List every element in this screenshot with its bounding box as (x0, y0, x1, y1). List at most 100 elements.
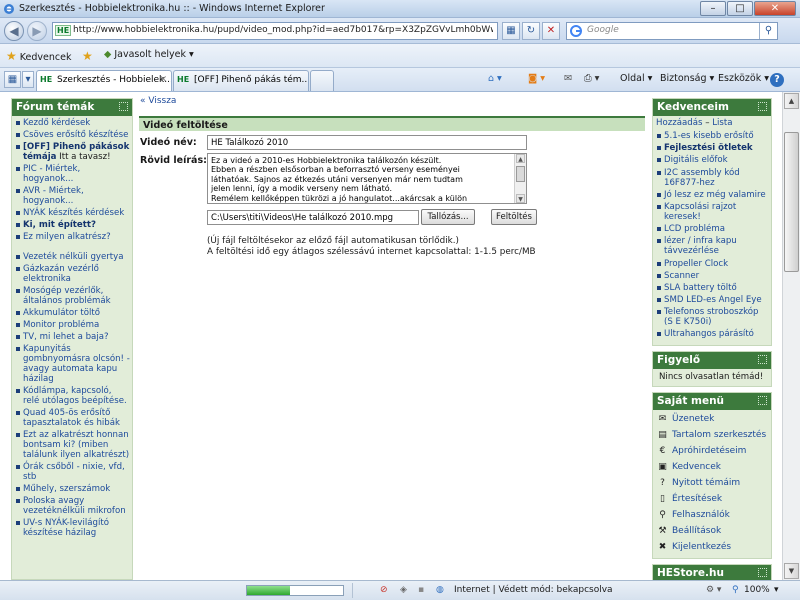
list-item-label[interactable]: UV-s NYÁK-levilágító készítése házilag (23, 518, 109, 538)
list-item[interactable]: Ultrahangos párásító (656, 329, 769, 339)
menu-item-notification[interactable]: ▯ Értesítések (656, 492, 768, 508)
compat-view-icon[interactable]: ▦ (502, 22, 520, 40)
list-item-label[interactable]: lézer / infra kapu távvezérlése (664, 236, 737, 256)
list-item-label[interactable]: Kapcsolási rajzot keresek! (664, 202, 736, 222)
list-item[interactable]: Scanner (656, 271, 769, 281)
list-item-label[interactable]: Ki, mit épített? (23, 220, 96, 230)
list-item[interactable]: LCD probléma (656, 224, 769, 234)
scroll-down-icon[interactable]: ▼ (784, 563, 799, 579)
list-item-label[interactable]: Kezdő kérdések (23, 118, 90, 128)
list-item[interactable]: Digitális előfok (656, 155, 769, 165)
list-item[interactable]: Ez milyen alkatrész? (15, 232, 130, 242)
list-item-label[interactable]: SMD LED-es Angel Eye (664, 295, 762, 305)
list-item-label[interactable]: Kapunyitás gombnyomásra olcsón! - avagy … (23, 344, 130, 384)
menu-item-users[interactable]: ⚲ Felhasználók (656, 508, 768, 524)
favorites-list-link[interactable]: Lista (712, 118, 732, 128)
tab-off-piheno[interactable]: HE [OFF] Pihenő pákás tém... (173, 70, 309, 91)
list-item-label[interactable]: Ezt az alkatrészt honnan bontsam ki? (mi… (23, 430, 129, 460)
list-item-label[interactable]: Telefonos stroboszkóp (S E K750i) (664, 307, 758, 327)
list-item[interactable]: [OFF] Pihenő pákások témája Itt a tavasz… (15, 142, 130, 162)
forward-arrow-icon[interactable]: ▶ (27, 21, 47, 41)
list-item[interactable]: Ki, mit épített? (15, 220, 130, 230)
box-toggle-icon[interactable] (758, 395, 767, 405)
list-item-label[interactable]: Gázkazán vezérlő elektronika (23, 264, 99, 284)
address-field[interactable]: HE http://www.hobbielektronika.hu/pupd/v… (52, 22, 498, 40)
search-box[interactable]: Google ⚲ (566, 22, 778, 40)
list-item[interactable]: Kódlámpa, kapcsoló, relé utólagos beépít… (15, 386, 130, 406)
help-icon[interactable]: ? (770, 73, 784, 87)
minimize-button[interactable]: – (700, 1, 726, 16)
protected-mode-icon[interactable]: ⚙ ▾ (706, 585, 721, 595)
quick-tabs-icon[interactable]: ▦ (4, 71, 21, 88)
list-item-label[interactable]: Akkumulátor töltő (23, 308, 100, 318)
list-item[interactable]: Kapcsolási rajzot keresek! (656, 202, 769, 222)
list-item[interactable]: UV-s NYÁK-levilágító készítése házilag (15, 518, 130, 538)
scroll-thumb[interactable] (784, 132, 799, 272)
list-item-label[interactable]: Műhely, szerszámok (23, 484, 110, 494)
list-item[interactable]: Vezeték nélküli gyertya (15, 252, 130, 262)
list-item-label[interactable]: 5.1-es kisebb erősítő (664, 131, 754, 141)
list-item-label[interactable]: Vezeték nélküli gyertya (23, 252, 124, 262)
privacy-icon[interactable]: ◈ (400, 585, 407, 595)
search-icon[interactable]: ⚲ (759, 23, 777, 39)
zoom-level[interactable]: 100% (744, 585, 770, 595)
list-item[interactable]: SMD LED-es Angel Eye (656, 295, 769, 305)
menu-item-logout[interactable]: ✖ Kijelentkezés (656, 540, 768, 556)
refresh-icon[interactable]: ↻ (522, 22, 540, 40)
list-item[interactable]: 5.1-es kisebb erősítő (656, 131, 769, 141)
menu-item-ads[interactable]: € Apróhirdetéseim (656, 444, 768, 460)
url-text[interactable]: http://www.hobbielektronika.hu/pupd/vide… (73, 25, 493, 35)
list-item[interactable]: Ezt az alkatrészt honnan bontsam ki? (mi… (15, 430, 130, 460)
stop-icon[interactable]: ✕ (542, 22, 560, 40)
list-item[interactable]: AVR - Miértek, hogyanok... (15, 186, 130, 206)
upload-button[interactable]: Feltöltés (491, 209, 537, 225)
print-icon[interactable]: ⎙ ▾ (584, 73, 599, 84)
hestore-title[interactable]: HEStore.hu (657, 567, 724, 579)
list-item-label[interactable]: Monitor probléma (23, 320, 99, 330)
list-item[interactable]: Csöves erősítő készítése (15, 130, 130, 140)
list-item[interactable]: Akkumulátor töltő (15, 308, 130, 318)
list-item[interactable]: Propeller Clock (656, 259, 769, 269)
menu-item-envelope[interactable]: ✉ Üzenetek (656, 412, 768, 428)
list-item-label[interactable]: SLA battery töltő (664, 283, 737, 293)
list-item-label[interactable]: AVR - Miértek, hogyanok... (23, 186, 84, 206)
favorites-button[interactable]: ★ Kedvencek (6, 49, 72, 63)
page-menu[interactable]: Oldal ▾ (620, 73, 652, 84)
tools-menu[interactable]: Eszközök ▾ (718, 73, 769, 84)
list-item[interactable]: Kapunyitás gombnyomásra olcsón! - avagy … (15, 344, 130, 384)
list-item[interactable]: Mosógép vezérlők, általános problémák (15, 286, 130, 306)
box-toggle-icon[interactable] (119, 102, 128, 111)
favorites-add-link[interactable]: Hozzáadás (656, 118, 702, 128)
list-item[interactable]: SLA battery töltő (656, 283, 769, 293)
feeds-icon[interactable]: ◙ ▾ (528, 73, 545, 84)
list-item[interactable]: Poloska avagy vezetéknélküli mikrofon (15, 496, 130, 516)
list-item[interactable]: Telefonos stroboszkóp (S E K750i) (656, 307, 769, 327)
suggested-sites-link[interactable]: ◆ Javasolt helyek ▾ (104, 49, 194, 60)
list-item-label[interactable]: Ultrahangos párásító (664, 329, 754, 339)
zoom-dropdown-icon[interactable]: ▾ (774, 585, 779, 595)
scroll-up-icon[interactable]: ▲ (516, 154, 525, 163)
list-item-label[interactable]: Fejlesztési ötletek (664, 143, 753, 153)
list-item-label[interactable]: I2C assembly kód 16F877-hez (664, 168, 740, 188)
list-item[interactable]: Fejlesztési ötletek (656, 143, 769, 153)
scroll-down-icon[interactable]: ▼ (516, 194, 525, 203)
list-item-label[interactable]: Quad 405-ös erősítő tapasztalatok és hib… (23, 408, 120, 428)
back-link[interactable]: « Vissza (139, 96, 645, 106)
box-toggle-icon[interactable] (758, 102, 767, 111)
list-item-label[interactable]: Scanner (664, 271, 699, 281)
video-name-input[interactable]: HE Találkozó 2010 (207, 135, 527, 150)
file-path-input[interactable]: C:\Users\titi\Videos\He találkozó 2010.m… (207, 210, 419, 225)
scroll-up-icon[interactable]: ▲ (784, 93, 799, 109)
description-textarea[interactable]: Ez a videó a 2010-es Hobbielektronika ta… (207, 153, 527, 204)
list-item[interactable]: Órák csőből - nixie, vfd, stb (15, 462, 130, 482)
list-item-label[interactable]: LCD probléma (664, 224, 725, 234)
list-item[interactable]: I2C assembly kód 16F877-hez (656, 168, 769, 188)
browse-button[interactable]: Tallózás... (421, 209, 475, 225)
list-item-label[interactable]: NYÁK készítés kérdések (23, 208, 124, 218)
menu-item-favorites[interactable]: ▣ Kedvencek (656, 460, 768, 476)
tab-list-dropdown-icon[interactable]: ▾ (22, 71, 34, 88)
list-item[interactable]: Monitor probléma (15, 320, 130, 330)
menu-item-document[interactable]: ▤ Tartalom szerkesztés (656, 428, 768, 444)
textarea-scrollbar[interactable]: ▲ ▼ (514, 154, 526, 203)
list-item-label[interactable]: Digitális előfok (664, 155, 728, 165)
